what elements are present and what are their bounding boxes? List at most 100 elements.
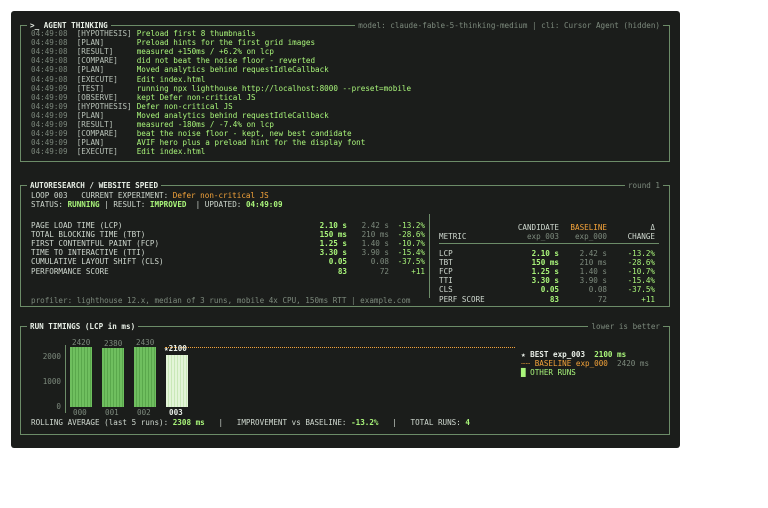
table-header-candidate: CANDIDATE: [517, 223, 559, 232]
table-baseline-value: 72: [597, 294, 607, 304]
model-info: model: claude-fable-5-thinking-medium | …: [355, 21, 663, 30]
log-message: Preload hints for the first grid images: [136, 38, 316, 48]
metric-candidate: 3.30 s: [319, 248, 347, 258]
log-tag: [PLAN]: [76, 110, 105, 120]
table-candidate-value: 83: [549, 294, 559, 304]
metric-delta: +11: [411, 266, 425, 276]
log-timestamp: 04:49:08: [31, 47, 68, 57]
metric-baseline: 0.08: [370, 257, 389, 267]
log-line: 04:49:09 [OBSERVE] kept Defer non-critica…: [31, 93, 256, 102]
y-axis-line: [65, 345, 66, 413]
metric-candidate: 0.05: [328, 257, 347, 267]
footer-stats: ROLLING AVERAGE (last 5 runs): 2308 ms |…: [31, 418, 470, 427]
x-tick-label: 002: [137, 408, 151, 417]
result-label: | RESULT:: [104, 200, 146, 209]
legend-best-value: 2100 ms: [594, 350, 627, 359]
log-timestamp: 04:49:08: [31, 65, 68, 75]
metric-baseline: 1.40 s: [361, 239, 389, 249]
log-message: running npx lighthouse http://localhost:…: [136, 83, 412, 93]
log-timestamp: 04:49:08: [31, 56, 68, 66]
agent-thinking-panel: >_ AGENT THINKING model: claude-fable-5-…: [20, 21, 670, 162]
table-delta-value: -13.2%: [627, 249, 655, 258]
bar-run-003: [166, 354, 188, 407]
terminal-window: >_ AGENT THINKING model: claude-fable-5-…: [11, 11, 680, 448]
total-label: TOTAL RUNS:: [410, 418, 461, 427]
log-tag: [HYPOTHESIS]: [76, 29, 132, 38]
log-tag: [OBSERVE]: [76, 92, 118, 102]
legend-other: █ OTHER RUNS: [521, 368, 576, 377]
log-line: 04:49:09 [COMPARE] beat the noise floor -…: [31, 129, 352, 138]
metric-candidate: 83: [337, 266, 347, 276]
loop-line: LOOP 003 CURRENT EXPERIMENT: Defer non-c…: [31, 191, 269, 200]
table-header-rule: [439, 243, 659, 244]
log-message: Moved analytics behind requestIdleCallba…: [136, 65, 329, 75]
table-candidate-value: 1.25 s: [531, 267, 559, 277]
log-message: Edit index.html: [136, 74, 206, 84]
log-tag: [RESULT]: [76, 120, 114, 129]
metric-delta: -13.2%: [397, 221, 425, 230]
log-tag: [EXECUTE]: [76, 147, 118, 157]
table-candidate-value: 2.10 s: [531, 249, 559, 258]
legend-base-value: 2420 ms: [617, 359, 650, 368]
legend-best-name: exp_003: [553, 350, 586, 359]
table-baseline-value: 2.42 s: [579, 249, 607, 258]
log-line: 04:49:08 [HYPOTHESIS] Preload first 8 thu…: [31, 29, 256, 38]
table-metric-name: TTI: [439, 276, 453, 286]
log-timestamp: 04:49:08: [31, 29, 68, 38]
updated-value: 04:49:09: [245, 200, 283, 209]
log-timestamp: 04:49:09: [31, 138, 68, 148]
log-message: Edit index.html: [136, 147, 206, 157]
improvement-label: IMPROVEMENT vs BASELINE:: [236, 418, 347, 427]
log-line: 04:49:09 [HYPOTHESIS] Defer non-critical …: [31, 102, 233, 111]
table-candidate-value: 0.05: [540, 285, 559, 295]
log-timestamp: 04:49:09: [31, 83, 68, 93]
table-baseline-value: 210 ms: [579, 258, 607, 268]
metric-baseline: 72: [379, 266, 389, 276]
x-tick-label: 003: [169, 408, 183, 417]
log-message: Preload first 8 thumbnails: [136, 29, 256, 38]
autoresearch-panel: AUTORESEARCH / WEBSITE SPEED round 1 LOO…: [20, 181, 670, 307]
table-delta-value: -28.6%: [627, 258, 655, 268]
status-label: STATUS:: [31, 200, 64, 209]
log-line: 04:49:08 [PLAN] Preload hints for the fir…: [31, 38, 315, 47]
metric-name: CUMULATIVE LAYOUT SHIFT (CLS): [31, 257, 164, 267]
table-delta-value: -10.7%: [627, 267, 655, 277]
log-timestamp: 04:49:09: [31, 101, 68, 111]
metric-name: FIRST CONTENTFUL PAINT (FCP): [31, 239, 160, 249]
table-metric-name: CLS: [439, 285, 453, 295]
table-delta-value: -15.4%: [627, 276, 655, 286]
log-timestamp: 04:49:09: [31, 92, 68, 102]
log-timestamp: 04:49:08: [31, 38, 68, 48]
experiment-name: Defer non-critical JS: [172, 191, 269, 200]
log-timestamp: 04:49:09: [31, 147, 68, 157]
bar-value-label: 2430: [136, 337, 155, 347]
table-metric-name: PERF SCORE: [439, 294, 485, 304]
metric-delta: -28.6%: [397, 230, 425, 240]
table-metric-name: LCP: [439, 249, 453, 258]
metric-candidate: 1.25 s: [319, 239, 347, 249]
table-delta-value: -37.5%: [627, 285, 655, 295]
log-line: 04:49:08 [PLAN] Moved analytics behind re…: [31, 65, 329, 74]
loop-label: LOOP 003: [31, 191, 68, 200]
rolling-label: ROLLING AVERAGE (last 5 runs):: [31, 418, 169, 427]
log-line: 04:49:09 [PLAN] Moved analytics behind re…: [31, 111, 329, 120]
metric-baseline: 3.90 s: [361, 248, 389, 258]
profiler-note: profiler: lighthouse 12.x, median of 3 r…: [31, 296, 411, 305]
round-label: round 1: [624, 181, 663, 190]
log-tag: [PLAN]: [76, 38, 105, 48]
rolling-value: 2308 ms: [172, 418, 205, 427]
legend-base-prefix: ┄┄ BASELINE: [521, 359, 572, 368]
y-tick-label: 2000: [42, 352, 61, 362]
table-candidate-value: 150 ms: [531, 258, 559, 268]
table-baseline-value: 0.08: [588, 285, 607, 295]
bar-value-label: 2380: [104, 338, 123, 348]
table-header-baseline: BASELINE: [570, 223, 607, 232]
log-tag: [RESULT]: [76, 47, 114, 57]
metric-delta: -10.7%: [397, 239, 425, 249]
y-tick-label: 0: [56, 402, 61, 411]
log-tag: [COMPARE]: [76, 56, 118, 66]
log-timestamp: 04:49:09: [31, 110, 68, 120]
metric-name: PAGE LOAD TIME (LCP): [31, 221, 123, 230]
table-metric-name: FCP: [439, 267, 453, 277]
metric-baseline: 210 ms: [361, 230, 389, 240]
